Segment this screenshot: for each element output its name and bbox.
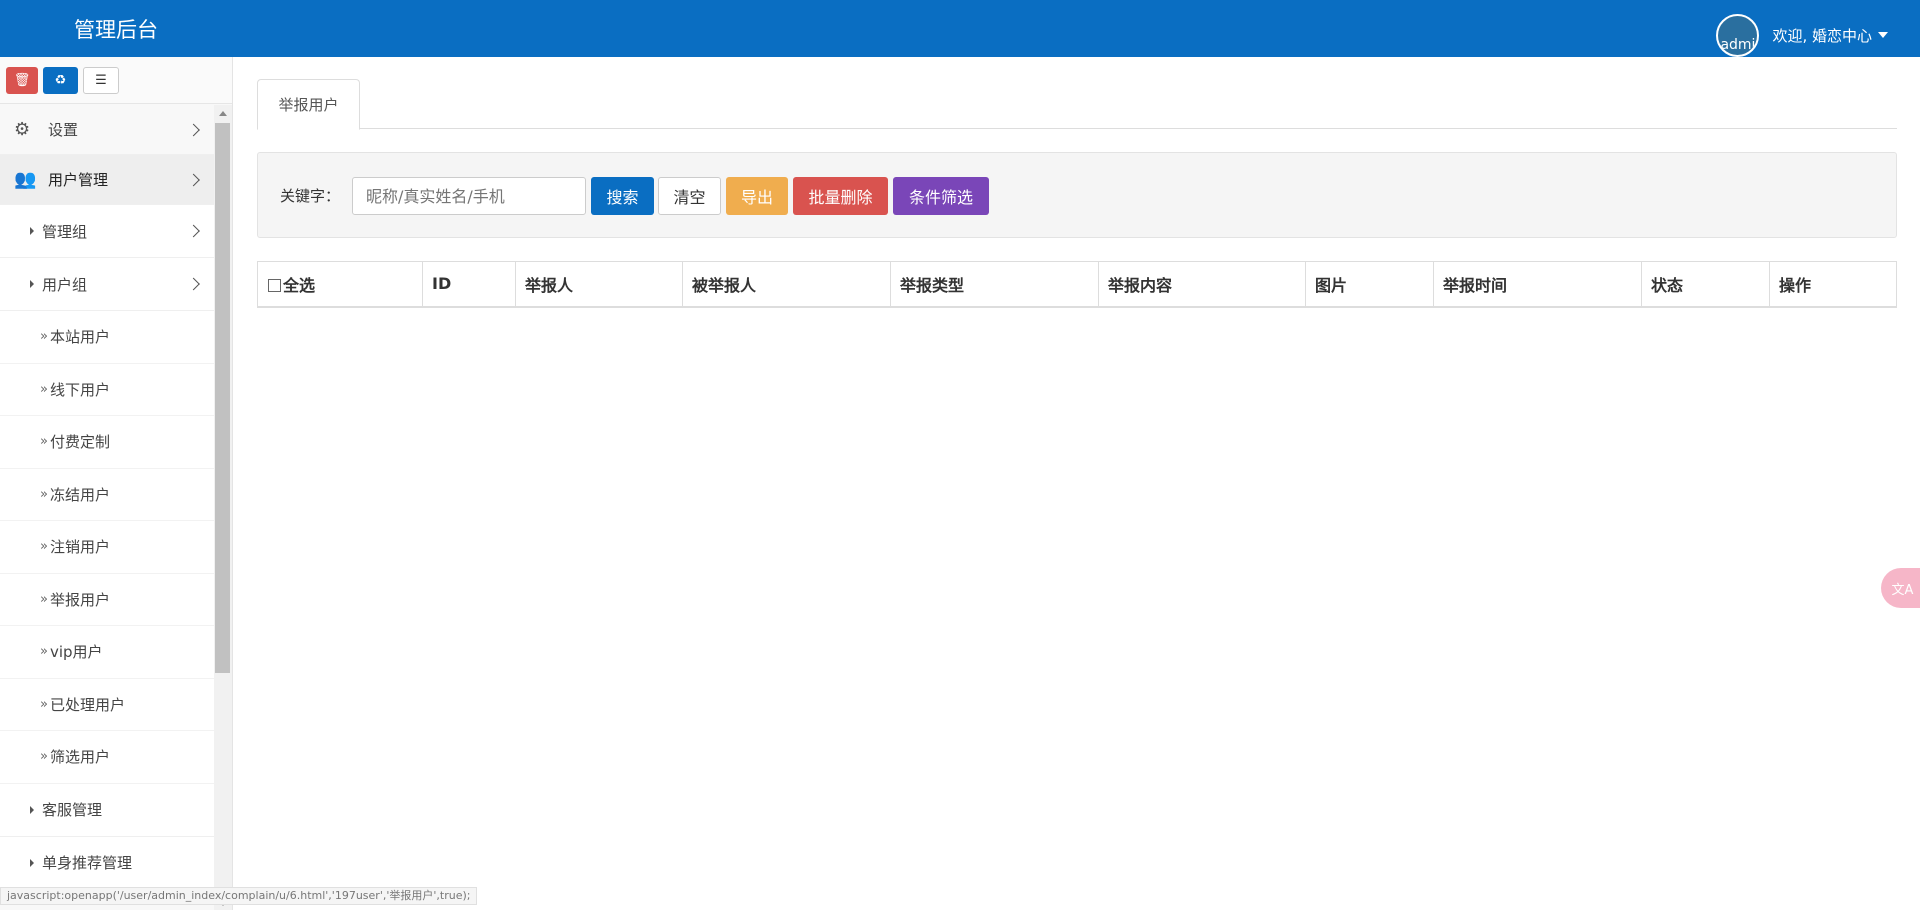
chevron-right-icon <box>187 123 200 136</box>
filter-button[interactable]: 条件筛选 <box>893 177 989 215</box>
avatar[interactable]: admi <box>1716 13 1760 57</box>
table-header-row: 全选 ID 举报人 被举报人 举报类型 举报内容 图片 举报时间 状态 操作 <box>257 261 1897 308</box>
user-menu[interactable]: admi 欢迎, 婚恋中心 <box>1716 13 1888 57</box>
sidebar-item-user-management[interactable]: 👥 用户管理 <box>0 155 214 205</box>
column-select-all[interactable]: 全选 <box>257 261 423 308</box>
clear-button[interactable]: 清空 <box>658 177 721 215</box>
sidebar-item-label: 用户管理 <box>48 171 109 189</box>
chevron-right-icon <box>187 224 200 238</box>
translate-icon[interactable]: 文A <box>1881 568 1920 608</box>
sidebar-subitem-label: 已处理用户 <box>49 695 125 714</box>
sidebar-subitem-label: 举报用户 <box>49 590 110 609</box>
double-chevron-icon: » <box>40 644 48 660</box>
double-chevron-icon: » <box>40 329 48 345</box>
sidebar-subitem-report-users[interactable]: » 举报用户 <box>0 573 214 626</box>
batch-delete-button[interactable]: 批量删除 <box>793 177 888 215</box>
sidebar-item-user-group[interactable]: 用户组 <box>0 258 214 311</box>
double-chevron-icon: » <box>40 381 48 397</box>
sidebar-subitem-label: 付费定制 <box>49 433 110 452</box>
caret-right-icon <box>30 227 34 235</box>
sidebar: 🗑 ♻ ☰ ⚙ 设置 👥 用户管理 管理组 用户组 » 本站用户 » 线下用户 » 付… <box>0 57 233 910</box>
sidebar-subitem-label: vip用户 <box>49 643 103 662</box>
sidebar-subitem[interactable]: » 注销用户 <box>0 521 214 574</box>
sidebar-item-label: 客服管理 <box>42 801 103 819</box>
report-table: 全选 ID 举报人 被举报人 举报类型 举报内容 图片 举报时间 状态 操作 <box>257 261 1897 308</box>
sidebar-subitem[interactable]: » 冻结用户 <box>0 468 214 521</box>
sidebar-subitem[interactable]: » 付费定制 <box>0 416 214 469</box>
column-header: 操作 <box>1769 261 1897 308</box>
export-button[interactable]: 导出 <box>726 177 788 215</box>
column-header: 被举报人 <box>682 261 891 308</box>
sidebar-menu: ⚙ 设置 👥 用户管理 管理组 用户组 » 本站用户 » 线下用户 » 付费定制 » 冻… <box>0 105 214 890</box>
column-header: 举报时间 <box>1433 261 1642 308</box>
caret-right-icon <box>30 805 34 814</box>
sidebar-item-single-recommend[interactable]: 单身推荐管理 <box>0 836 214 890</box>
sidebar-item-label: 单身推荐管理 <box>42 854 133 872</box>
recycle-icon[interactable]: ♻ <box>43 66 78 94</box>
users-icon: 👥 <box>14 169 37 190</box>
search-panel: 关键字： 搜索 清空 导出 批量删除 条件筛选 <box>257 152 1897 238</box>
sidebar-item-label: 设置 <box>48 121 79 139</box>
scroll-up-arrow-icon[interactable] <box>219 111 227 116</box>
top-navbar: 管理后台 admi 欢迎, 婚恋中心 <box>0 0 1920 57</box>
scrollbar-thumb[interactable] <box>215 123 230 673</box>
sidebar-subitem[interactable]: » vip用户 <box>0 626 214 679</box>
double-chevron-icon: » <box>40 591 48 607</box>
double-chevron-icon: » <box>40 486 48 502</box>
sidebar-subitem-label: 本站用户 <box>49 328 110 347</box>
chevron-down-icon[interactable] <box>1878 32 1888 38</box>
tab-report-users[interactable]: 举报用户 <box>257 79 360 130</box>
app-title: 管理后台 <box>74 18 158 42</box>
column-header: ID <box>422 261 516 308</box>
double-chevron-icon: » <box>40 539 48 555</box>
sidebar-item-customer-service[interactable]: 客服管理 <box>0 783 214 837</box>
keyword-label: 关键字： <box>280 187 341 205</box>
list-icon[interactable]: ☰ <box>83 66 119 94</box>
main-content: 举报用户 关键字： 搜索 清空 导出 批量删除 条件筛选 全选 ID 举报人 被… <box>233 57 1920 910</box>
sidebar-subitem-label: 线下用户 <box>49 380 110 399</box>
caret-right-icon <box>30 280 34 288</box>
column-header: 图片 <box>1305 261 1434 308</box>
column-header: 举报人 <box>515 261 683 308</box>
sidebar-item-label: 用户组 <box>42 275 88 294</box>
chevron-right-icon <box>187 173 200 186</box>
sidebar-subitem-label: 注销用户 <box>49 538 110 557</box>
avatar-alt-text: admi <box>1720 36 1756 53</box>
sidebar-subitem[interactable]: » 已处理用户 <box>0 678 214 731</box>
search-input[interactable] <box>352 177 586 215</box>
sidebar-subitem[interactable]: » 本站用户 <box>0 311 214 364</box>
search-button[interactable]: 搜索 <box>591 177 654 215</box>
column-header: 举报类型 <box>890 261 1099 308</box>
select-all-checkbox[interactable] <box>268 278 281 292</box>
column-header: 举报内容 <box>1098 261 1306 308</box>
sidebar-subitem-label: 筛选用户 <box>49 748 110 767</box>
sidebar-subitem[interactable]: » 线下用户 <box>0 363 214 416</box>
caret-right-icon <box>30 858 34 867</box>
chevron-right-icon <box>187 277 200 291</box>
select-all-label: 全选 <box>283 275 316 295</box>
sidebar-item-settings[interactable]: ⚙ 设置 <box>0 105 214 155</box>
double-chevron-icon: » <box>40 434 48 450</box>
column-header: 状态 <box>1641 261 1770 308</box>
double-chevron-icon: » <box>40 696 48 712</box>
gears-icon: ⚙ <box>14 119 31 140</box>
tab-bar: 举报用户 <box>257 79 1897 130</box>
sidebar-subitem-label: 冻结用户 <box>49 485 110 504</box>
sidebar-item-admin-group[interactable]: 管理组 <box>0 205 214 258</box>
double-chevron-icon: » <box>40 749 48 765</box>
welcome-text[interactable]: 欢迎, 婚恋中心 <box>1772 25 1872 46</box>
sidebar-scrollbar[interactable] <box>214 105 232 910</box>
sidebar-item-label: 管理组 <box>42 222 88 241</box>
trash-icon[interactable]: 🗑 <box>6 66 38 94</box>
sidebar-toolbar: 🗑 ♻ ☰ <box>0 57 232 104</box>
sidebar-subitem[interactable]: » 筛选用户 <box>0 731 214 784</box>
